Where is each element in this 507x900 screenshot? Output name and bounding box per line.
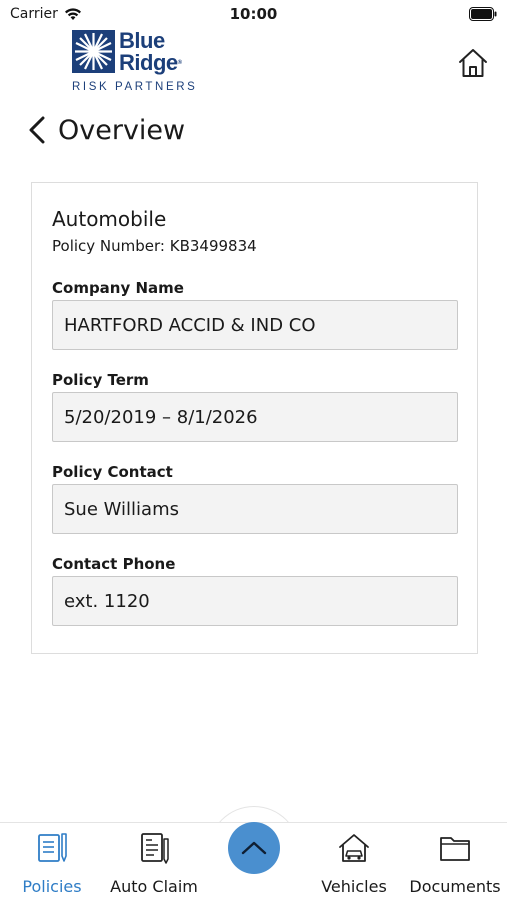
company-name-label: Company Name (52, 279, 184, 297)
page-title: Overview (58, 114, 186, 146)
logo-word-ridge: Ridge® (119, 50, 182, 75)
tab-vehicles[interactable]: Vehicles (314, 823, 394, 900)
policy-card: Automobile Policy Number: KB3499834 Comp… (31, 182, 478, 654)
policy-contact-label: Policy Contact (52, 463, 173, 481)
logo-mark-icon (72, 30, 115, 73)
policy-term-value: 5/20/2019 – 8/1/2026 (64, 406, 258, 428)
tab-policies[interactable]: Policies (14, 823, 90, 900)
chevron-left-icon (29, 116, 45, 144)
policies-icon (38, 833, 67, 862)
contact-phone-field: ext. 1120 (52, 576, 458, 626)
policy-term-label: Policy Term (52, 371, 149, 389)
logo-word-blue: Blue (119, 28, 165, 53)
tab-policies-label: Policies (22, 877, 82, 896)
home-icon (459, 49, 487, 77)
tab-documents[interactable]: Documents (405, 823, 505, 900)
company-name-value: HARTFORD ACCID & IND CO (64, 314, 316, 336)
vehicles-icon (339, 834, 369, 862)
back-button[interactable] (22, 112, 52, 148)
title-row: Overview (22, 110, 185, 150)
status-bar: Carrier 10:00 (0, 0, 507, 28)
expand-menu-button[interactable] (228, 822, 280, 874)
policy-overview-screen: Carrier 10:00 Blue Ridge® RISK PARTNERS … (0, 0, 507, 900)
tab-auto-claim-label: Auto Claim (110, 877, 198, 896)
policy-contact-field: Sue Williams (52, 484, 458, 534)
chevron-up-icon (241, 841, 267, 855)
contact-phone-value: ext. 1120 (64, 590, 150, 612)
company-name-field: HARTFORD ACCID & IND CO (52, 300, 458, 350)
folder-icon (440, 837, 470, 861)
tab-vehicles-label: Vehicles (321, 877, 387, 896)
brand-logo: Blue Ridge® RISK PARTNERS (72, 30, 197, 95)
policy-term-field: 5/20/2019 – 8/1/2026 (52, 392, 458, 442)
logo-wordmark: Blue Ridge® (119, 30, 182, 74)
tab-auto-claim[interactable]: Auto Claim (106, 823, 202, 900)
tab-documents-label: Documents (409, 877, 501, 896)
logo-tagline: RISK PARTNERS (72, 81, 198, 93)
contact-phone-label: Contact Phone (52, 555, 176, 573)
status-time: 10:00 (229, 5, 278, 23)
auto-claim-icon (141, 833, 169, 864)
policy-type: Automobile (52, 207, 167, 231)
home-button[interactable] (455, 45, 491, 81)
battery-icon (469, 7, 497, 21)
policy-contact-value: Sue Williams (64, 498, 179, 520)
policy-number: Policy Number: KB3499834 (52, 237, 257, 255)
